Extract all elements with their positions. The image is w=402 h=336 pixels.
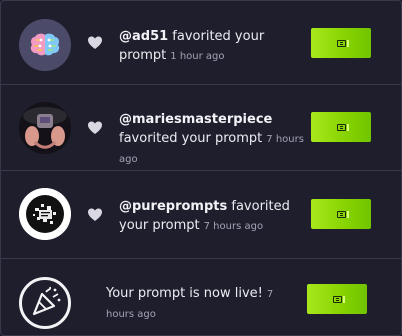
notification-message: favorited your prompt	[119, 131, 263, 146]
prompt-type-icon	[336, 210, 349, 218]
notification-time: 1 hour ago	[170, 51, 225, 62]
notification-text: @mariesmasterpiece favorited your prompt…	[119, 110, 305, 169]
prompt-type-icon	[336, 39, 349, 47]
notification-item[interactable]: @ad51 favorited your prompt 1 hour ago	[1, 1, 401, 85]
prompt-thumbnail[interactable]	[307, 284, 367, 314]
notification-text: @ad51 favorited your prompt 1 hour ago	[119, 27, 305, 66]
prompt-type-icon	[336, 123, 349, 131]
prompt-type-icon	[332, 295, 345, 303]
notification-text: @pureprompts favorited your prompt 7 hour…	[119, 197, 305, 236]
notification-text: Your prompt is now live! 7 hours ago	[106, 284, 302, 324]
mariesmasterpiece-avatar[interactable]	[19, 102, 71, 154]
heart-icon	[87, 120, 103, 136]
pureprompts-avatar[interactable]	[19, 188, 71, 240]
notification-message: Your prompt is now live!	[106, 286, 263, 301]
notification-item[interactable]: @mariesmasterpiece favorited your prompt…	[1, 85, 401, 171]
brain-icon[interactable]	[19, 19, 71, 71]
heart-icon	[87, 35, 103, 51]
notification-user[interactable]: @mariesmasterpiece	[119, 112, 272, 127]
notification-user[interactable]: @pureprompts	[119, 199, 227, 214]
notifications-panel: @ad51 favorited your prompt 1 hour ago @m…	[0, 0, 402, 336]
party-popper-icon	[19, 277, 71, 329]
heart-icon	[87, 207, 103, 223]
prompt-thumbnail[interactable]	[311, 28, 371, 58]
notification-user[interactable]: @ad51	[119, 29, 168, 44]
notification-item[interactable]: Your prompt is now live! 7 hours ago	[1, 259, 401, 335]
prompt-thumbnail[interactable]	[311, 199, 371, 229]
notification-time: 7 hours ago	[203, 221, 264, 232]
notification-item[interactable]: @pureprompts favorited your prompt 7 hour…	[1, 171, 401, 259]
prompt-thumbnail[interactable]	[311, 112, 371, 142]
